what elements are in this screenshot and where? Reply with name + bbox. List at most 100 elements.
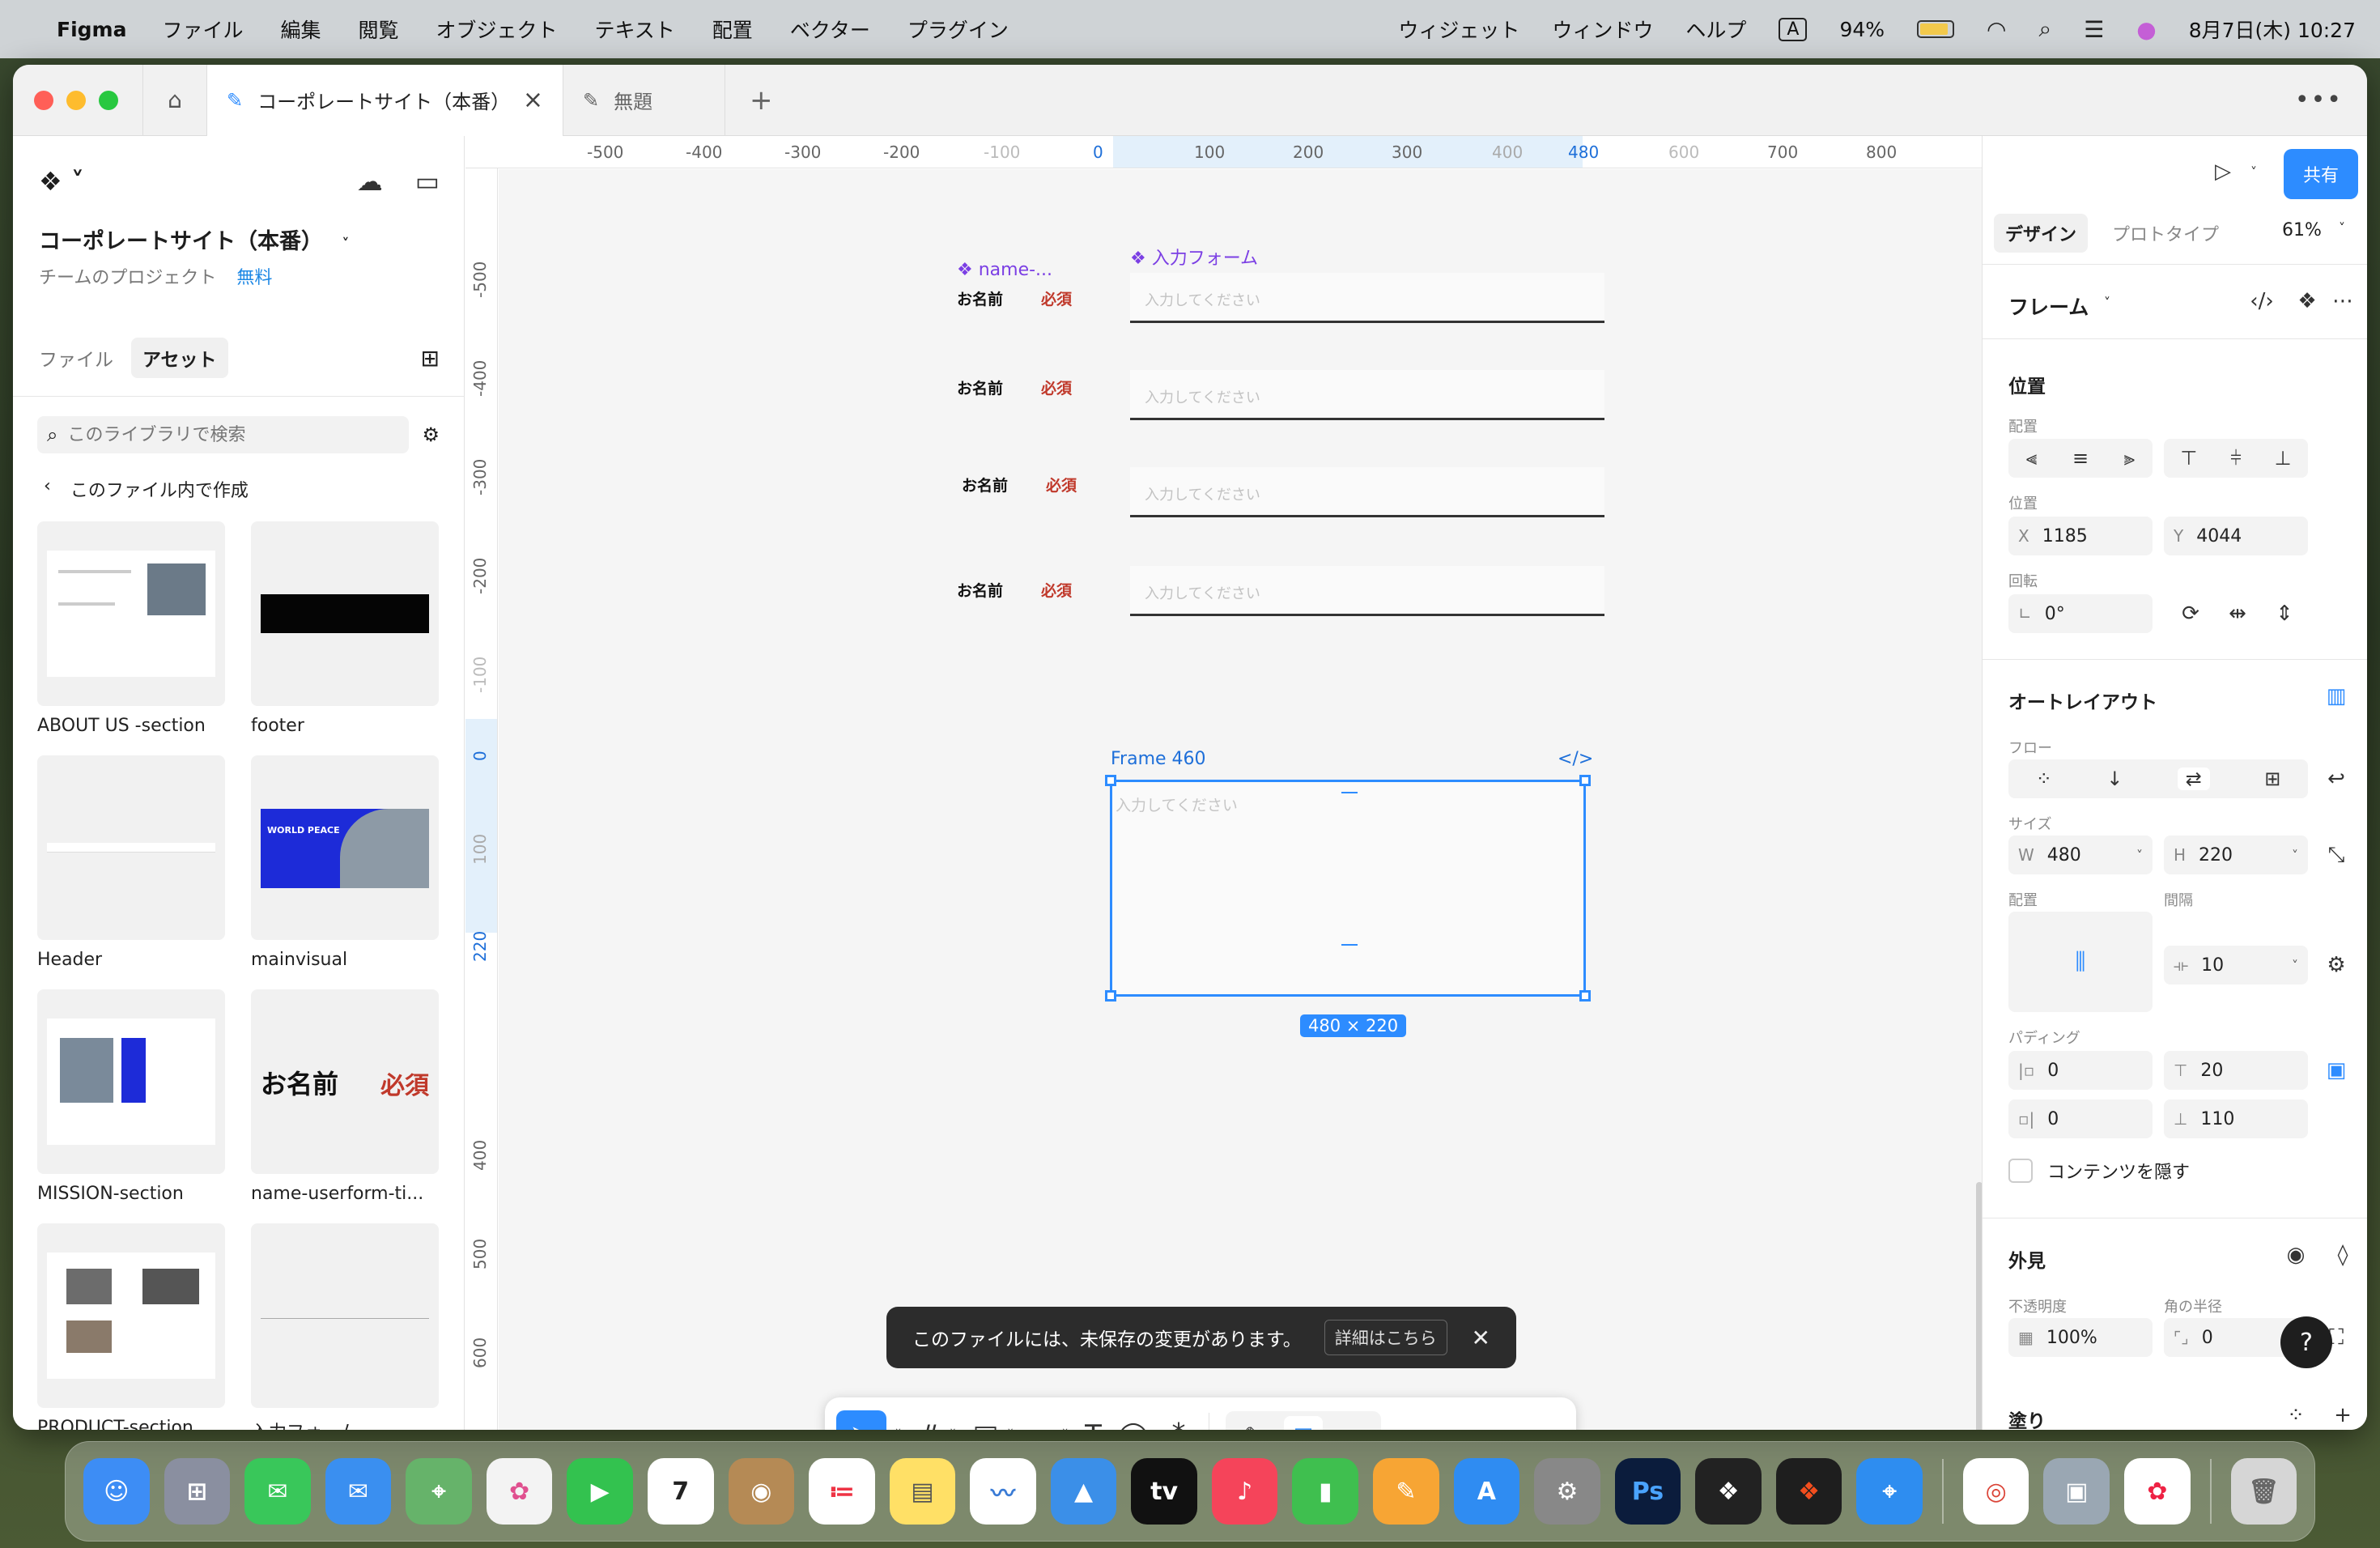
layer-type-label[interactable]: フレーム bbox=[2008, 291, 2089, 321]
music-icon[interactable]: ♪ bbox=[1211, 1458, 1278, 1525]
asset-card[interactable]: WORLD PEACE mainvisual bbox=[251, 755, 439, 970]
required-badge[interactable]: 必須 bbox=[1041, 579, 1072, 601]
tab-untitled[interactable]: ✎ 無題 bbox=[563, 65, 725, 136]
move-tool-icon[interactable]: ➤ bbox=[836, 1410, 886, 1430]
search-input[interactable] bbox=[67, 424, 400, 445]
zoom-level[interactable]: 61% bbox=[2282, 220, 2322, 240]
more-icon[interactable]: ••• bbox=[2295, 86, 2367, 114]
chevron-down-icon[interactable]: ˅ bbox=[950, 1427, 957, 1431]
frame-tool-icon[interactable]: # bbox=[918, 1419, 941, 1430]
breadcrumb[interactable]: ‹ このファイル内で作成 bbox=[13, 453, 464, 502]
padding-right-field[interactable]: ▫| 0 bbox=[2008, 1099, 2153, 1138]
resize-handle[interactable] bbox=[1579, 775, 1591, 786]
flip-horizontal-icon[interactable]: ⇹ bbox=[2216, 594, 2259, 633]
launchpad-icon[interactable]: ⊞ bbox=[164, 1458, 231, 1525]
maps-icon[interactable]: ⌖ bbox=[406, 1458, 472, 1525]
align-top-icon[interactable]: ⊤ bbox=[2180, 447, 2197, 470]
chevron-down-icon[interactable]: ˅ bbox=[2339, 220, 2345, 236]
padding-handle[interactable] bbox=[1341, 944, 1358, 946]
calendar-icon[interactable]: 7 bbox=[647, 1458, 714, 1525]
asset-card[interactable]: 入力フォーム bbox=[251, 1223, 439, 1430]
home-icon[interactable]: ⌂ bbox=[142, 65, 207, 136]
required-badge[interactable]: 必須 bbox=[1046, 474, 1077, 495]
x-field[interactable]: X 1185 bbox=[2008, 517, 2153, 555]
chevron-down-icon[interactable]: ˅ bbox=[2292, 958, 2298, 973]
component-name-label[interactable]: ❖ name-... bbox=[957, 260, 1052, 280]
resize-handle[interactable] bbox=[1105, 990, 1116, 1002]
pen-tool-icon[interactable]: ✒ bbox=[1031, 1419, 1054, 1430]
control-center-icon[interactable]: ☰ bbox=[2084, 16, 2104, 43]
menu-clock[interactable]: 8月7日(木) 10:27 bbox=[2189, 15, 2356, 44]
field-label[interactable]: お名前 bbox=[957, 376, 1003, 398]
menu-window[interactable]: ウィンドウ bbox=[1552, 15, 1653, 44]
close-tab-icon[interactable]: × bbox=[523, 86, 543, 114]
facetime-icon[interactable]: ▶ bbox=[567, 1458, 633, 1525]
asset-card[interactable]: ABOUT US -section bbox=[37, 521, 225, 736]
align-center-icon[interactable]: ≡ bbox=[2072, 447, 2089, 470]
learn-more-button[interactable]: 詳細はこちら bbox=[1324, 1320, 1447, 1355]
chevron-down-icon[interactable]: ˅ bbox=[895, 1427, 902, 1431]
library-book-icon[interactable]: ⊞ bbox=[421, 345, 440, 372]
menu-view[interactable]: 閲覧 bbox=[359, 15, 399, 44]
autolayout-settings-icon[interactable]: ▥ bbox=[2314, 677, 2358, 716]
menu-text[interactable]: テキスト bbox=[595, 15, 675, 44]
padding-left-field[interactable]: |▫ 0 bbox=[2008, 1051, 2153, 1090]
text-field[interactable]: 入力してください bbox=[1130, 273, 1604, 323]
required-badge[interactable]: 必須 bbox=[1041, 287, 1072, 309]
siri-icon[interactable]: ● bbox=[2136, 16, 2156, 43]
clip-content-checkbox[interactable] bbox=[2008, 1159, 2033, 1183]
freeform-icon[interactable]: 〰 bbox=[970, 1458, 1036, 1525]
menu-arrange[interactable]: 配置 bbox=[712, 15, 753, 44]
align-bottom-icon[interactable]: ⊥ bbox=[2275, 447, 2292, 470]
chevron-down-icon[interactable]: ˅ bbox=[1007, 1427, 1014, 1431]
figma-menu-icon[interactable]: ❖ ˅ bbox=[39, 166, 84, 197]
resize-handle[interactable] bbox=[1105, 775, 1116, 786]
menu-plugins[interactable]: プラグイン bbox=[907, 15, 1009, 44]
field-label[interactable]: お名前 bbox=[962, 474, 1008, 495]
menu-app-name[interactable]: Figma bbox=[57, 18, 126, 41]
chevron-down-icon[interactable]: ˅ bbox=[1061, 1427, 1069, 1431]
system-settings-icon[interactable]: ⚙ bbox=[1534, 1458, 1600, 1525]
menu-help[interactable]: ヘルプ bbox=[1685, 15, 1746, 44]
flow-free-icon[interactable]: ⁘ bbox=[2036, 768, 2052, 790]
alignment-matrix[interactable]: ⫼ bbox=[2008, 912, 2153, 1012]
field-label[interactable]: お名前 bbox=[957, 579, 1003, 601]
design-mode-icon[interactable]: ▤ bbox=[1283, 1416, 1323, 1430]
required-badge[interactable]: 必須 bbox=[1041, 376, 1072, 398]
padding-top-field[interactable]: ⊤ 20 bbox=[2164, 1051, 2308, 1090]
photoshop-icon[interactable]: Ps bbox=[1614, 1458, 1681, 1525]
actions-icon[interactable]: ⁂ bbox=[1165, 1419, 1192, 1430]
draw-mode-icon[interactable]: ✎ bbox=[1234, 1416, 1273, 1430]
safari-icon[interactable]: ⌖ bbox=[1856, 1458, 1923, 1525]
plan-badge[interactable]: 無料 bbox=[236, 268, 272, 288]
padding-handle[interactable] bbox=[1341, 792, 1358, 793]
opacity-field[interactable]: ▦ 100% bbox=[2008, 1318, 2153, 1357]
flow-grid-icon[interactable]: ⊞ bbox=[2264, 768, 2280, 790]
chevron-left-icon[interactable]: ‹ bbox=[44, 476, 51, 502]
close-window-button[interactable] bbox=[34, 90, 53, 110]
share-button[interactable]: 共有 bbox=[2284, 149, 2358, 199]
flip-vertical-icon[interactable]: ⇕ bbox=[2263, 594, 2306, 633]
zoom-window-button[interactable] bbox=[99, 90, 118, 110]
text-tool-icon[interactable]: T bbox=[1085, 1419, 1102, 1430]
reminders-icon[interactable]: ≔ bbox=[809, 1458, 875, 1525]
cloud-offline-icon[interactable]: ☁ bbox=[357, 166, 383, 197]
selected-frame[interactable]: 入力してください bbox=[1105, 775, 1591, 1002]
height-field[interactable]: H 220 ˅ bbox=[2164, 836, 2308, 874]
tab-corporate-site[interactable]: ✎ コーポレートサイト（本番） × bbox=[207, 65, 563, 136]
menu-file[interactable]: ファイル bbox=[162, 15, 243, 44]
add-fill-icon[interactable]: + bbox=[2321, 1396, 2365, 1430]
component-form-label[interactable]: ❖ 入力フォーム bbox=[1130, 244, 1258, 270]
flow-vertical-icon[interactable]: ↓ bbox=[2106, 768, 2123, 790]
dev-mode-icon[interactable]: ‹› bbox=[1334, 1416, 1373, 1430]
chevron-down-icon[interactable]: ˅ bbox=[2104, 295, 2110, 310]
chevron-down-icon[interactable]: ˅ bbox=[342, 236, 349, 253]
more-icon[interactable]: ⋯ bbox=[2321, 282, 2365, 321]
app-store-icon[interactable]: A bbox=[1453, 1458, 1520, 1525]
battery-icon[interactable] bbox=[1917, 20, 1955, 38]
advanced-settings-icon[interactable]: ⚙ bbox=[2314, 946, 2358, 985]
menu-vector[interactable]: ベクター bbox=[790, 15, 870, 44]
notes-icon[interactable]: ▤ bbox=[889, 1458, 956, 1525]
chevron-down-icon[interactable]: ˅ bbox=[2232, 152, 2276, 191]
keynote-icon[interactable]: ▲ bbox=[1050, 1458, 1117, 1525]
